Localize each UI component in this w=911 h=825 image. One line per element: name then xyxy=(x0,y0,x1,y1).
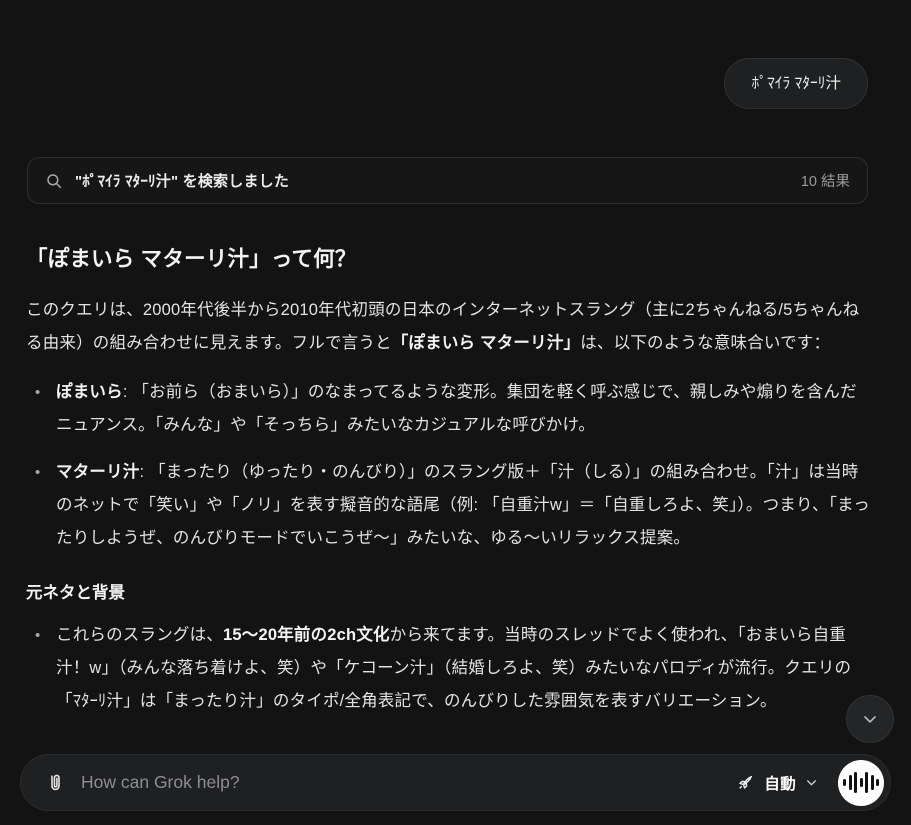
search-result-count: 10 結果 xyxy=(801,170,850,191)
background-text-bold: 15〜20年前の2ch文化 xyxy=(223,626,390,644)
paperclip-icon xyxy=(45,772,66,793)
composer-bar: 自動 xyxy=(20,754,891,811)
scroll-down-button[interactable] xyxy=(846,695,894,743)
answer-intro-paragraph: このクエリは、2000年代後半から2010年代初頭の日本のインターネットスラング… xyxy=(26,294,870,360)
definition-term: マターリ汁 xyxy=(56,463,140,481)
grok-chat-page: ﾎﾟﾏｲﾗ ﾏﾀｰﾘ汁 "ﾎﾟﾏｲﾗ ﾏﾀｰﾘ汁" を検索しました 10 結果 … xyxy=(0,0,911,825)
section-heading: 元ネタと背景 xyxy=(26,579,870,603)
background-text-pre: これらのスラングは、 xyxy=(56,626,223,644)
search-icon xyxy=(45,172,63,190)
mode-selector[interactable]: 自動 xyxy=(726,766,828,800)
definition-term: ぽまいら xyxy=(56,383,123,401)
search-status-bar[interactable]: "ﾎﾟﾏｲﾗ ﾏﾀｰﾘ汁" を検索しました 10 結果 xyxy=(27,157,868,204)
definition-text: : 「まったり（ゆったり・のんびり）」のスラング版＋「汁（しる）」の組み合わせ。… xyxy=(56,463,870,547)
attach-button[interactable] xyxy=(39,767,71,799)
voice-waveform-icon xyxy=(843,779,846,786)
user-message-row: ﾎﾟﾏｲﾗ ﾏﾀｰﾘ汁 xyxy=(0,0,911,109)
search-query-text: "ﾎﾟﾏｲﾗ ﾏﾀｰﾘ汁" を検索しました xyxy=(75,170,289,191)
chat-input[interactable] xyxy=(81,772,716,793)
background-list: これらのスラングは、15〜20年前の2ch文化から来てます。当時のスレッドでよく… xyxy=(26,619,870,718)
intro-text-post: は、以下のような意味合いです： xyxy=(580,334,830,352)
user-message-bubble: ﾎﾟﾏｲﾗ ﾏﾀｰﾘ汁 xyxy=(724,58,868,109)
voice-mode-button[interactable] xyxy=(838,760,884,806)
intro-text-bold: 「ぽまいら マターリ汁」 xyxy=(392,334,580,352)
chevron-down-icon xyxy=(805,776,818,789)
chevron-down-icon xyxy=(860,709,880,729)
list-item: これらのスラングは、15〜20年前の2ch文化から来てます。当時のスレッドでよく… xyxy=(26,619,870,718)
assistant-answer: 「ぽまいら マターリ汁」って何？ このクエリは、2000年代後半から2010年代… xyxy=(0,204,911,718)
mode-label: 自動 xyxy=(764,772,796,794)
definition-text: : 「お前ら（おまいら）」のなまってるような変形。集団を軽く呼ぶ感じで、親しみや… xyxy=(56,383,857,434)
list-item: ぽまいら: 「お前ら（おまいら）」のなまってるような変形。集団を軽く呼ぶ感じで、… xyxy=(26,376,870,442)
rocket-icon xyxy=(736,773,755,792)
list-item: マターリ汁: 「まったり（ゆったり・のんびり）」のスラング版＋「汁（しる）」の組… xyxy=(26,456,870,555)
answer-title: 「ぽまいら マターリ汁」って何？ xyxy=(26,242,870,273)
definition-list: ぽまいら: 「お前ら（おまいら）」のなまってるような変形。集団を軽く呼ぶ感じで、… xyxy=(26,376,870,555)
